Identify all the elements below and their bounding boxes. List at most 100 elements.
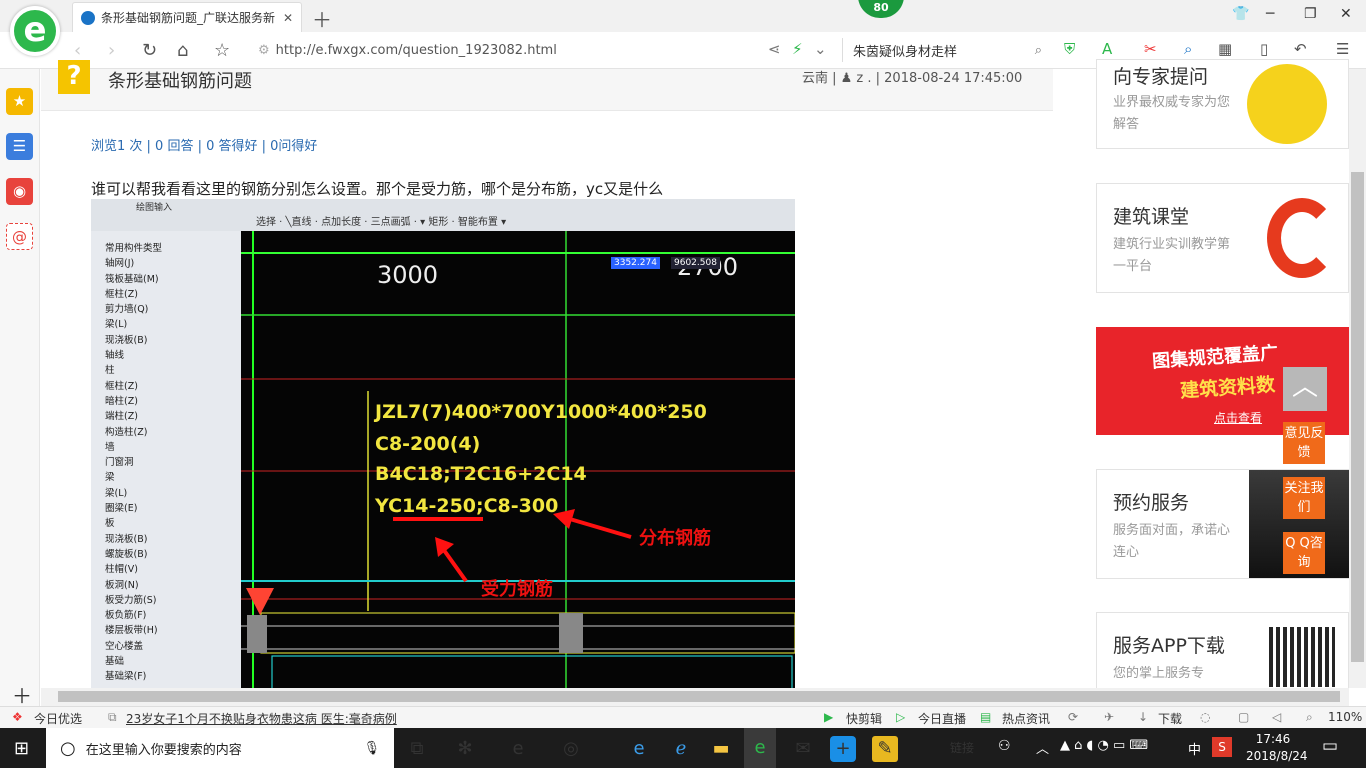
skin-icon[interactable]: 👕 — [1232, 6, 1249, 22]
ad-link[interactable]: 点击查看 — [1214, 409, 1262, 426]
task-view-icon[interactable]: ⧉ — [404, 736, 430, 762]
mail-app-icon[interactable]: ✉ — [790, 736, 816, 762]
today-pick[interactable]: 今日优选 — [34, 710, 82, 727]
share-icon[interactable]: ⋖ — [768, 40, 781, 58]
news-headline[interactable]: 23岁女子1个月不换贴身衣物患这病 医生:毫奇病例 — [126, 710, 397, 727]
home-icon[interactable]: ⌂ — [177, 40, 188, 61]
reader-icon[interactable]: ▯ — [1260, 40, 1268, 58]
tab-active[interactable]: 条形基础钢筋问题_广联达服务新 ✕ — [72, 2, 302, 32]
translate-icon[interactable]: A — [1102, 40, 1112, 58]
card-title: 向专家提问 — [1113, 66, 1209, 88]
beam-annotation-3: B4C18;T2C16+2C14 — [375, 463, 587, 485]
qq-consult-button[interactable]: Q Q咨询 — [1283, 532, 1325, 574]
dimension-3000: 3000 — [377, 261, 439, 289]
notification-icon[interactable]: ▭ — [1322, 736, 1338, 756]
back-icon[interactable]: ‹ — [74, 40, 81, 61]
tree-item: 轴网(J) — [105, 258, 135, 270]
undo-icon[interactable]: ↶ — [1294, 40, 1307, 58]
status-item-download[interactable]: 下载 — [1158, 710, 1182, 727]
tree-item: 筏板基础(M) — [105, 273, 159, 285]
reload-icon[interactable]: ↻ — [142, 40, 157, 61]
tray-icons[interactable]: ▲ ⌂ ◖ ◔ ▭ ⌨ — [1060, 738, 1148, 753]
links-toolbar[interactable]: 链接 — [950, 739, 974, 756]
url-text[interactable]: http://e.fwxgx.com/question_1923082.html — [276, 43, 557, 58]
zoom-level[interactable]: 110% — [1328, 710, 1362, 724]
microphone-icon[interactable]: 🎙 — [363, 741, 380, 756]
search-input[interactable]: 朱茵疑似身材走样 ⌕ — [842, 38, 1042, 62]
tree-item: 墙 — [105, 441, 115, 453]
favorite-star-icon[interactable]: ☆ — [214, 40, 230, 61]
feedback-button[interactable]: 意见反馈 — [1283, 422, 1325, 464]
tree-item: 空心楼盖 — [105, 640, 144, 652]
tray-arrow-icon[interactable]: ︿ — [1036, 738, 1049, 757]
horizontal-scroll-thumb[interactable] — [58, 691, 1340, 702]
add-sidebar-icon[interactable]: ＋ — [12, 680, 32, 709]
tree-item: 轴线 — [105, 350, 125, 362]
browser-logo-icon[interactable]: e — [10, 6, 60, 56]
minimize-button[interactable]: ─ — [1266, 6, 1274, 22]
pin-icon[interactable]: ✈ — [1104, 710, 1114, 724]
favorites-icon[interactable]: ★ — [6, 88, 33, 115]
cortana-icon: ○ — [60, 737, 76, 759]
magnifier-icon[interactable]: ⌕ — [1184, 40, 1192, 58]
beam-annotation-4: YC14-250;C8-300 — [375, 495, 559, 517]
weibo-icon[interactable]: ◉ — [6, 178, 33, 205]
card-desc: 您的掌上服务专 — [1113, 666, 1205, 681]
antivirus-icon[interactable]: S — [1212, 737, 1232, 757]
notes-app-icon[interactable]: ✎ — [872, 736, 898, 762]
search-icon[interactable]: ⌕ — [1035, 43, 1042, 58]
speed-icon[interactable]: ⚡ — [792, 40, 803, 58]
ie-mode-icon[interactable]: ◌ — [1200, 710, 1210, 724]
plus-app-icon[interactable]: + — [830, 736, 856, 762]
ime-indicator[interactable]: 中 — [1188, 739, 1201, 758]
question-meta: 云南 | ♟ z . | 2018-08-24 17:45:00 — [802, 71, 1023, 86]
follow-button[interactable]: 关注我们 — [1283, 477, 1325, 519]
apps-icon[interactable]: ▦ — [1218, 40, 1232, 58]
internet-explorer-icon[interactable]: ℯ — [668, 736, 694, 762]
window-icon[interactable]: ▢ — [1238, 710, 1249, 724]
chevron-down-icon[interactable]: ⌄ — [814, 40, 827, 58]
status-item-live[interactable]: 今日直播 — [918, 710, 966, 727]
ask-expert-card[interactable]: 向专家提问 业界最权威专家为您解答 — [1096, 59, 1349, 149]
sound-icon[interactable]: ◁ — [1272, 710, 1281, 724]
mail-icon[interactable]: @ — [6, 223, 33, 250]
windows-start-icon[interactable]: ⊞ — [14, 738, 29, 759]
tree-item: 基础 — [105, 656, 125, 668]
question-title: 条形基础钢筋问题 — [108, 71, 252, 92]
distribution-rebar-label: 分布钢筋 — [639, 528, 711, 549]
tree-item: 框柱(Z) — [105, 288, 138, 300]
taskbar-search-input[interactable]: ○ 在这里输入你要搜索的内容 🎙 — [46, 728, 394, 768]
status-item-clip[interactable]: 快剪辑 — [846, 710, 882, 727]
restore-button[interactable]: ❐ — [1304, 6, 1317, 22]
question-stats[interactable]: 浏览1 次 | 0 回答 | 0 答得好 | 0问得好 — [91, 135, 317, 154]
status-item-hot[interactable]: 热点资讯 — [1002, 710, 1050, 727]
card-title: 建筑课堂 — [1113, 206, 1190, 228]
close-button[interactable]: ✕ — [1340, 6, 1352, 22]
people-icon[interactable]: ⚇ — [998, 738, 1011, 754]
fan-app-icon[interactable]: ✻ — [452, 736, 478, 762]
taskbar-clock[interactable]: 17:46 2018/8/24 — [1246, 731, 1308, 765]
close-tab-icon[interactable]: ✕ — [283, 11, 293, 25]
zoom-icon: ⌕ — [1306, 710, 1313, 724]
ie-icon[interactable]: e — [505, 736, 531, 762]
address-bar[interactable]: ⚙ http://e.fwxgx.com/question_1923082.ht… — [258, 38, 836, 62]
scissors-icon[interactable]: ✂ — [1144, 40, 1157, 58]
refresh-icon[interactable]: ⟳ — [1068, 710, 1078, 724]
file-explorer-icon[interactable]: ▬ — [708, 736, 734, 762]
browser-taskbar-icon[interactable]: e — [744, 728, 776, 768]
list-icon[interactable]: ☰ — [6, 133, 33, 160]
menu-icon[interactable]: ☰ — [1336, 40, 1349, 58]
app-swirl-icon[interactable]: ◎ — [558, 736, 584, 762]
card-desc: 建筑行业实训教学第一平台 — [1113, 237, 1231, 274]
vertical-scroll-thumb[interactable] — [1351, 172, 1364, 662]
component-tree: 常用构件类型 轴网(J) 筏板基础(M) 框柱(Z) 剪力墙(Q) 梁(L) 现浇板(B) 轴… — [91, 231, 241, 688]
course-card[interactable]: 建筑课堂 建筑行业实训教学第一平台 — [1096, 183, 1349, 293]
forward-icon[interactable]: › — [108, 40, 115, 61]
back-to-top-button[interactable]: ︿ — [1283, 367, 1327, 411]
tree-item: 螺旋板(B) — [105, 548, 148, 560]
edge-icon[interactable]: e — [626, 736, 652, 762]
coord-x: 3352.274 — [611, 257, 660, 269]
shield-icon[interactable]: ⛨ — [1064, 40, 1075, 58]
new-tab-button[interactable]: ＋ — [312, 4, 332, 33]
ad-line2: 建筑资料数 — [1179, 373, 1276, 403]
